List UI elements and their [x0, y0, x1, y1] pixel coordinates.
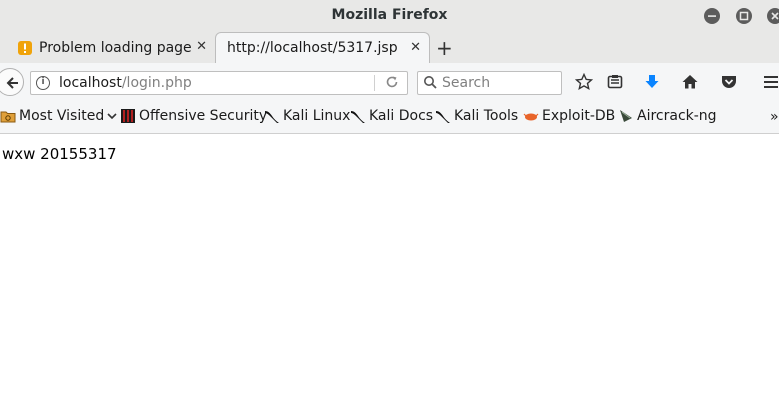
menu-button[interactable] — [760, 71, 779, 93]
pocket-icon — [722, 76, 736, 88]
bookmark-aircrack-ng[interactable]: Aircrack-ng — [618, 108, 717, 124]
page-content: wxw 20155317 — [0, 134, 779, 415]
tab-label: http://localhost/5317.jsp — [227, 40, 398, 56]
tab-problem-loading[interactable]: Problem loading page ✕ — [8, 32, 215, 63]
bookmark-exploit-db[interactable]: Exploit-DB — [523, 108, 615, 124]
url-bar[interactable]: i localhost/login.php — [30, 71, 408, 95]
bookmark-label: Offensive Security — [139, 108, 268, 124]
folder-icon — [0, 108, 16, 124]
url-path: /login.php — [121, 75, 192, 91]
maximize-icon — [739, 11, 749, 21]
url-divider — [374, 75, 375, 91]
minimize-button[interactable] — [704, 8, 720, 24]
bookmarks-toolbar: Most Visited Offensive Security Kali Lin… — [0, 101, 779, 134]
window-title: Mozilla Firefox — [331, 7, 448, 23]
close-icon — [771, 12, 779, 20]
close-window-button[interactable] — [767, 8, 779, 24]
new-tab-button[interactable]: + — [436, 36, 453, 60]
warning-icon — [17, 40, 33, 56]
tab-close-icon[interactable]: ✕ — [410, 40, 421, 55]
maximize-button[interactable] — [736, 8, 752, 24]
tab-label: Problem loading page — [39, 39, 192, 56]
bookmark-star-button[interactable] — [573, 71, 595, 93]
page-body-text: wxw 20155317 — [2, 145, 117, 163]
tab-close-icon[interactable]: ✕ — [196, 39, 207, 54]
bookmark-label: Most Visited — [19, 108, 105, 124]
hamburger-menu-icon — [764, 76, 778, 88]
bookmark-label: Aircrack-ng — [637, 108, 717, 124]
offsec-icon — [120, 108, 136, 124]
bookmark-kali-tools[interactable]: Kali Tools — [435, 108, 518, 124]
bookmark-offensive-security[interactable]: Offensive Security — [120, 108, 267, 124]
bookmark-label: Kali Linux — [283, 108, 351, 124]
bookmark-kali-linux[interactable]: Kali Linux — [264, 108, 350, 124]
downloads-button[interactable] — [641, 71, 663, 93]
kali-dragon-icon — [350, 108, 366, 124]
chevron-down-icon — [107, 113, 117, 120]
search-icon — [423, 74, 437, 94]
bookmark-most-visited[interactable]: Most Visited — [0, 108, 118, 124]
bookmark-kali-docs[interactable]: Kali Docs — [350, 108, 433, 124]
reload-button[interactable] — [385, 75, 399, 93]
tab-bar: Problem loading page ✕ http://localhost/… — [0, 32, 779, 63]
exploitdb-icon — [523, 108, 539, 124]
reading-list-button[interactable] — [604, 71, 626, 93]
info-icon[interactable]: i — [36, 76, 50, 90]
clipboard-icon — [607, 75, 623, 89]
aircrack-icon — [618, 108, 634, 124]
reload-icon — [386, 76, 398, 88]
home-button[interactable] — [679, 71, 701, 93]
bookmark-label: Exploit-DB — [542, 108, 616, 124]
minimize-icon — [708, 15, 716, 17]
pocket-button[interactable] — [718, 71, 740, 93]
back-button[interactable] — [0, 68, 24, 96]
navigation-toolbar: i localhost/login.php — [0, 63, 779, 101]
home-icon — [682, 75, 698, 89]
download-arrow-icon — [645, 75, 659, 88]
bookmark-label: Kali Docs — [369, 108, 434, 124]
url-host: localhost — [59, 75, 122, 91]
url-text[interactable]: localhost/login.php — [59, 75, 192, 91]
search-input[interactable] — [442, 74, 552, 92]
bookmarks-overflow-button[interactable]: » — [770, 109, 779, 125]
title-bar: Mozilla Firefox — [0, 0, 779, 32]
search-box[interactable] — [417, 71, 562, 95]
back-arrow-icon — [6, 76, 18, 89]
bookmark-label: Kali Tools — [454, 108, 519, 124]
star-icon — [574, 72, 594, 91]
kali-dragon-icon — [435, 108, 451, 124]
tab-localhost-5317[interactable]: http://localhost/5317.jsp ✕ — [215, 32, 430, 63]
kali-dragon-icon — [264, 108, 280, 124]
